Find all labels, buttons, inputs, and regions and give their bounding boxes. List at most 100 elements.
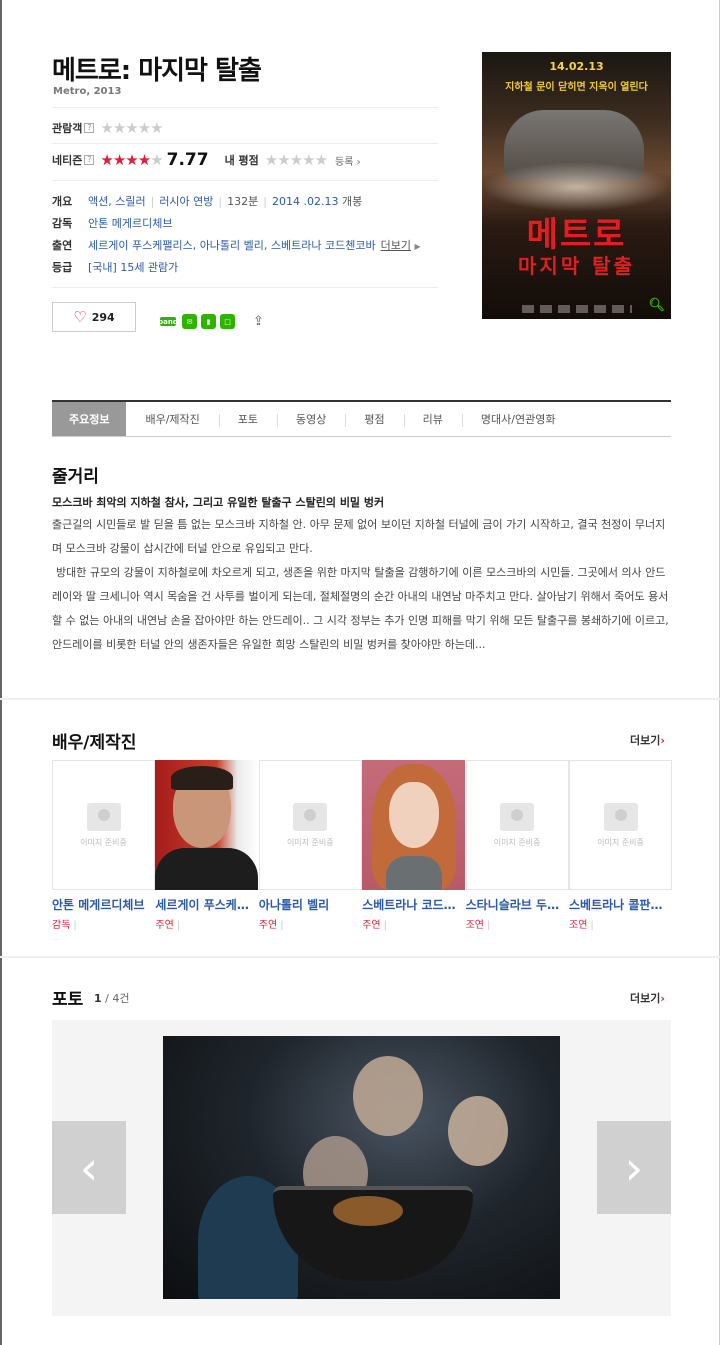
cast-role: 조연 | <box>465 920 491 931</box>
tab-1[interactable]: 배우/제작진 <box>126 402 218 436</box>
poster-date: 14.02.13 <box>549 60 604 73</box>
tab-0[interactable]: 주요정보 <box>52 402 127 436</box>
info-grade: 등급 [국내] 15세 관람가 <box>52 256 442 278</box>
band-icon[interactable]: band <box>158 317 178 326</box>
cast-more-link[interactable]: 더보기› <box>630 732 665 748</box>
grade-link[interactable]: [국내] 15세 관람가 <box>88 261 178 274</box>
audience-rating-row: 관람객 ? ★★★★★ <box>52 119 164 137</box>
movie-info: 개요 액션, 스릴러 | 러시아 연방 | 132분 | 2014 .02.13 개봉 감독… <box>52 190 442 278</box>
divider <box>52 143 438 144</box>
poster-splash-art <box>482 162 671 212</box>
tab-3[interactable]: 동영상 <box>277 402 345 436</box>
movie-still-photo[interactable] <box>163 1036 560 1299</box>
cast-card[interactable]: 스베트라나 코드첸코바주연| <box>362 760 466 931</box>
cast-photo[interactable] <box>155 760 259 890</box>
info-director: 감독 안톤 메게르디체브 <box>52 212 442 234</box>
placeholder-text: 이미지 준비중 <box>286 837 334 847</box>
cast-card[interactable]: 이미지 준비중스타니슬라브 두즈니코프조연| <box>465 760 569 931</box>
country-link[interactable]: 러시아 연방 <box>159 195 213 208</box>
photo-section-title: 포토 <box>52 990 84 1010</box>
like-button[interactable]: ♡ 294 <box>52 302 136 332</box>
my-rating-stars[interactable]: ★★★★★ <box>265 151 328 169</box>
placeholder-image[interactable]: 이미지 준비중 <box>258 760 362 890</box>
star-filled-icon: ★ <box>125 151 138 169</box>
netizen-stars: ★ ★ ★ ★ ★ <box>100 151 163 169</box>
cast-card[interactable]: 이미지 준비중 안톤 메게르디체브 감독 | <box>52 760 155 931</box>
cast-name[interactable]: 스베트라나 코드첸코바 <box>362 896 460 913</box>
cast-card[interactable]: 이미지 준비중스베트라나 콜판코바조연 | <box>569 760 672 931</box>
naver-icon[interactable]: □ <box>220 314 235 329</box>
movie-poster[interactable]: 14.02.13 지하철 문이 닫히면 지옥이 열린다 메트로 마지막 탈출 🔍… <box>482 52 671 319</box>
tab-5[interactable]: 리뷰 <box>403 402 462 436</box>
heart-icon: ♡ <box>73 308 87 326</box>
cast-role: 주연 | <box>258 920 284 931</box>
genre-link[interactable]: 액션, 스릴러 <box>88 195 146 208</box>
divider <box>52 287 438 288</box>
star-filled-icon: ★ <box>137 151 151 169</box>
tab-6[interactable]: 명대사/연관영화 <box>461 402 575 436</box>
poster-title: 메트로 <box>526 215 627 255</box>
cast-section-title: 배우/제작진 <box>52 733 137 753</box>
movie-title[interactable]: 메트로: 마지막 탈출 <box>52 50 262 87</box>
cast-role: 주연 | <box>362 920 387 931</box>
divider <box>52 180 438 181</box>
tab-4[interactable]: 평점 <box>345 402 403 436</box>
synopsis-paragraph: 출근길의 시민들로 발 딛을 틈 없는 모스크바 지하철 안. 아무 문제 없어… <box>52 518 666 555</box>
synopsis-title: 줄거리 <box>52 467 99 487</box>
chevron-right-icon: › <box>660 992 665 1005</box>
still-food <box>333 1196 403 1226</box>
cast-more-link[interactable]: 더보기 <box>381 239 411 252</box>
placeholder-text: 이미지 준비중 <box>493 837 541 847</box>
placeholder-image[interactable]: 이미지 준비중 <box>465 760 569 890</box>
cast-grid: 이미지 준비중안톤 메게르디체브감독|세르게이 푸스케팰리스주연|이미지 준비중… <box>52 760 672 931</box>
cast-name[interactable]: 아나톨리 벨리 <box>259 896 357 913</box>
divider <box>52 107 438 108</box>
cast-card[interactable]: 이미지 준비중아나톨리 벨리주연 | <box>258 760 362 931</box>
release-date-link[interactable]: 2014 .02.13 <box>272 195 338 208</box>
cast-role: 조연 | <box>569 920 594 931</box>
info-key: 감독 <box>52 217 73 230</box>
cast-name[interactable]: 안톤 메게르디체브 <box>52 896 150 913</box>
cast-card[interactable]: 세르게이 푸스케팰리스주연| <box>155 760 259 931</box>
share-icon[interactable]: ⇪ <box>253 314 264 329</box>
cast-name[interactable]: 세르게이 푸스케팰리스 <box>155 896 253 913</box>
placeholder-text: 이미지 준비중 <box>80 837 127 847</box>
prev-photo-button[interactable]: ‹ <box>52 1121 126 1214</box>
director-link[interactable]: 안톤 메게르디체브 <box>88 217 172 230</box>
help-icon[interactable]: ? <box>84 155 95 165</box>
section-divider <box>0 698 720 700</box>
photo-viewer: ‹ › <box>52 1020 671 1316</box>
tab-2[interactable]: 포토 <box>218 402 277 436</box>
star-filled-icon: ★ <box>100 151 113 169</box>
still-figure <box>353 1056 423 1136</box>
audience-stars: ★★★★★ <box>100 119 163 137</box>
movie-subtitle: Metro, 2013 <box>53 86 122 97</box>
synopsis-paragraph: 방대한 규모의 강물이 지하철로에 차오르게 되고, 생존을 위한 마지막 탈출… <box>52 566 669 651</box>
placeholder-image[interactable]: 이미지 준비중 <box>569 760 672 890</box>
register-rating-link[interactable]: 등록 › <box>335 153 361 168</box>
poster-credits <box>522 305 632 313</box>
zoom-icon[interactable]: 🔍︎ <box>648 298 665 313</box>
placeholder-image[interactable]: 이미지 준비중 <box>52 760 155 890</box>
netizen-score: 7.77 <box>166 150 209 170</box>
audience-label: 관람객 <box>52 122 83 135</box>
image-placeholder-icon <box>603 802 638 831</box>
release-suffix: 개봉 <box>341 195 363 208</box>
star-filled-icon: ★ <box>112 151 126 169</box>
poster-tagline: 지하철 문이 닫히면 지옥이 열린다 <box>505 82 648 93</box>
cast-name[interactable]: 스타니슬라브 두즈니코프 <box>466 896 564 913</box>
help-icon[interactable]: ? <box>84 123 95 133</box>
poster-subtitle: 마지막 탈출 <box>518 254 635 278</box>
photo-more-link[interactable]: 더보기› <box>630 990 665 1006</box>
synopsis-body: 출근길의 시민들로 발 딛을 틈 없는 모스크바 지하철 안. 아무 문제 없어… <box>52 513 672 657</box>
cast-name[interactable]: 스베트라나 콜판코바 <box>569 896 667 913</box>
cast-link[interactable]: 세르게이 푸스케팰리스, 아나톨리 벨리, 스베트라나 코드첸코바 <box>88 239 376 252</box>
bookmark-icon[interactable]: ▮ <box>201 314 216 329</box>
cast-photo[interactable] <box>362 760 466 890</box>
content-tabs: 주요정보 배우/제작진 포토 동영상 평점 리뷰 명대사/연관영화 <box>52 400 671 437</box>
next-photo-button[interactable]: › <box>597 1121 671 1214</box>
info-overview: 개요 액션, 스릴러 | 러시아 연방 | 132분 | 2014 .02.13 개봉 <box>52 195 363 208</box>
line-icon[interactable]: ✉ <box>182 314 197 329</box>
info-key: 출연 <box>52 239 73 252</box>
triangle-right-icon: ▶ <box>414 242 421 251</box>
